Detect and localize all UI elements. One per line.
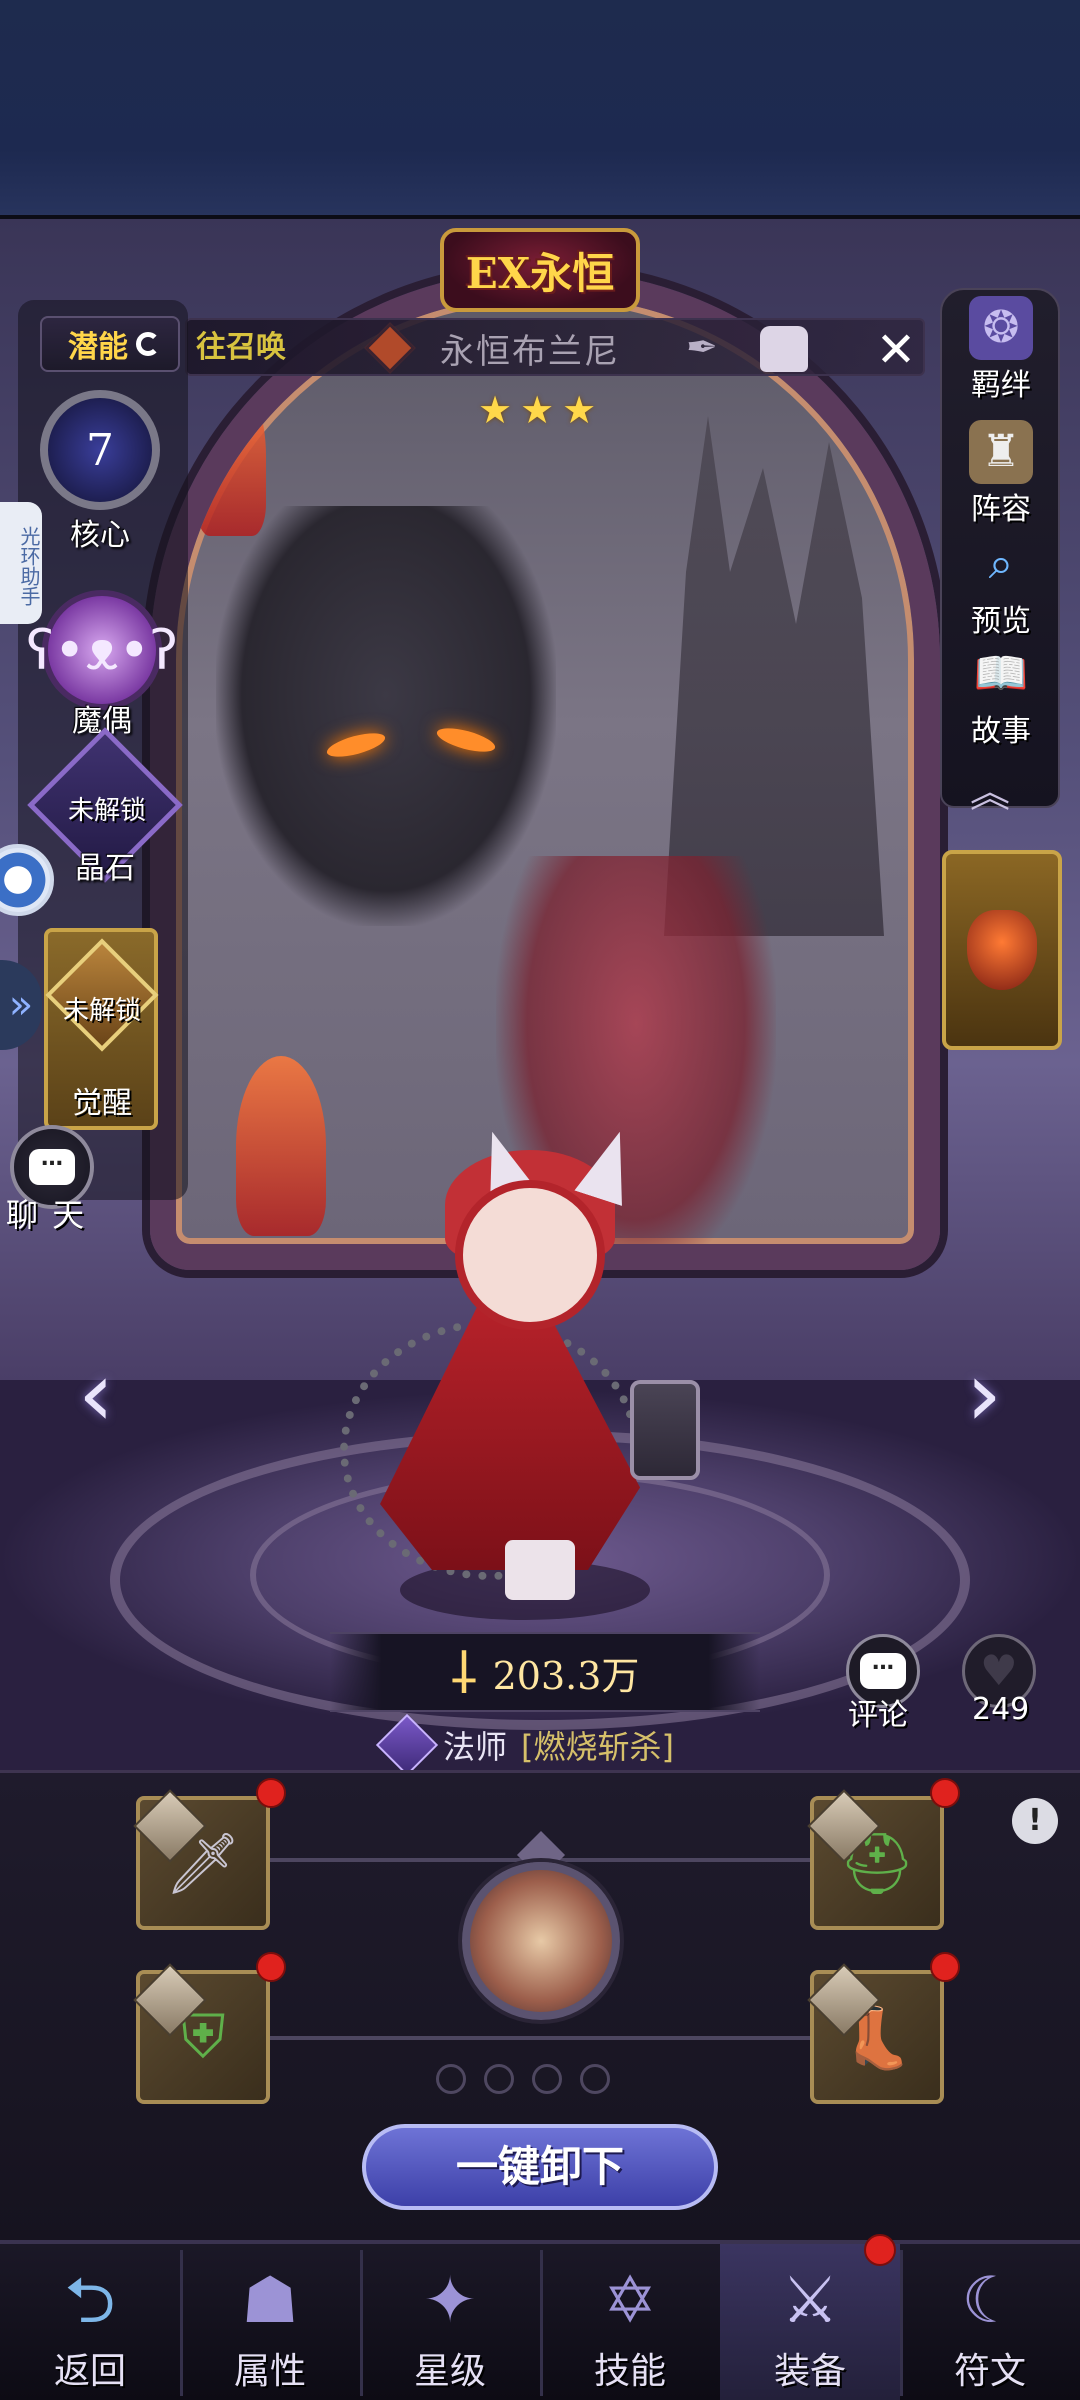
nav-tab-back[interactable]: ⮌ 返回 (0, 2244, 180, 2400)
close-icon[interactable]: ✕ (868, 322, 924, 378)
chess-icon: ♜ (969, 420, 1033, 484)
class-row[interactable]: 法师 [燃烧斩杀] (375, 1713, 674, 1777)
preview-button[interactable]: ⌕ 预览 (946, 532, 1056, 640)
magnifier-icon: ⌕ (988, 538, 1014, 589)
core-level: 7 (86, 424, 114, 476)
book-icon: ❂ (969, 296, 1033, 360)
awaken-label: 觉醒 (72, 1086, 132, 1121)
story-button[interactable]: 📖 故事 (946, 642, 1056, 750)
hero-name: 永恒布兰尼 (440, 332, 620, 372)
back-icon: ⮌ (64, 2264, 116, 2338)
next-hero-arrow[interactable]: › (944, 1340, 1024, 1450)
recall-link[interactable]: 往召唤 (196, 322, 286, 366)
potential-ring-icon (136, 332, 160, 356)
hero-avatar[interactable] (462, 1862, 620, 2020)
rarity-badge: EX永恒 (440, 228, 640, 312)
equipment-alert-dot (864, 2234, 896, 2266)
page-dot[interactable] (532, 2064, 562, 2094)
nav-label: 装备 (773, 2351, 846, 2392)
star-icon: ★ (478, 388, 513, 432)
page-dot[interactable] (580, 2064, 610, 2094)
alert-dot (256, 1778, 286, 1808)
alert-dot (930, 1952, 960, 1982)
flame-art (236, 1056, 326, 1236)
chat-bubble-icon: … (29, 1148, 75, 1185)
hero-stars: ★ ★ ★ (478, 388, 596, 432)
unequip-all-button[interactable]: 一键卸下 (362, 2124, 718, 2210)
rarity-badge-text: EX永恒 (465, 248, 615, 298)
crystal-lock-text: 未解锁 (67, 796, 146, 826)
hooded-figure-icon: ☗ (241, 2264, 299, 2338)
nav-tab-equipment[interactable]: ⚔ 装备 (720, 2244, 900, 2400)
night-sky (0, 0, 1080, 230)
puppet-button[interactable]: ʕ•ᴥ•ʔ (26, 590, 178, 710)
nav-tab-runes[interactable]: ☾ 符文 (900, 2244, 1080, 2400)
hero-legs (505, 1540, 575, 1600)
potential-tab[interactable]: 潜能 (40, 316, 180, 372)
awaken-lock-text: 未解锁 (62, 996, 141, 1026)
hero-lantern (630, 1380, 700, 1480)
chat-label: 聊 天 (6, 1196, 87, 1234)
rune-icon: ☾ (961, 2264, 1019, 2338)
mask-icon (967, 910, 1037, 990)
star-emblem-icon: ✦ (423, 2264, 477, 2338)
class-name: 法师 (443, 1728, 508, 1766)
page-dot[interactable] (484, 2064, 514, 2094)
bonds-button[interactable]: ❂ 羁绊 (946, 296, 1056, 404)
power-value: 203.3万 (492, 1653, 640, 1698)
flame-art (196, 376, 266, 536)
crossed-swords-icon: ⚔ (781, 2264, 839, 2338)
potential-label: 潜能 (68, 330, 128, 365)
nav-label: 技能 (593, 2351, 666, 2392)
skill-name: [燃烧斩杀] (521, 1728, 674, 1766)
bear-icon: ʕ•ᴥ•ʔ (26, 618, 178, 682)
star-icon: ★ (520, 388, 555, 432)
nav-tab-attributes[interactable]: ☗ 属性 (180, 2244, 360, 2400)
info-icon[interactable]: ! (1012, 1798, 1058, 1844)
connector-line (270, 2036, 810, 2040)
crystal-label: 晶石 (75, 851, 135, 886)
alert-dot (256, 1952, 286, 1982)
rename-feather-icon[interactable]: ✒ (686, 325, 718, 369)
hero-face[interactable] (455, 1180, 605, 1330)
prev-hero-arrow[interactable]: ‹ (56, 1340, 136, 1450)
helper-overlay-tab[interactable]: 光环助手 (0, 502, 42, 624)
page-dot[interactable] (436, 2064, 466, 2094)
preview-label: 预览 (971, 604, 1031, 639)
nav-label: 符文 (953, 2351, 1026, 2392)
bonds-label: 羁绊 (971, 368, 1031, 403)
story-label: 故事 (971, 714, 1031, 749)
spellbook-icon: ✡ (603, 2264, 657, 2338)
like-count: 249 (972, 1692, 1030, 1727)
open-book-icon: 📖 (973, 648, 1029, 699)
core-button[interactable]: 7 (40, 390, 160, 510)
comment-label: 评论 (848, 1698, 908, 1733)
nav-label: 星级 (413, 2351, 486, 2392)
lock-icon[interactable] (760, 326, 808, 372)
power-sword-icon: † (450, 1642, 477, 1702)
lineup-label: 阵容 (971, 492, 1031, 527)
core-label: 核心 (70, 518, 130, 553)
nav-tab-skills[interactable]: ✡ 技能 (540, 2244, 720, 2400)
nav-label: 属性 (233, 2351, 306, 2392)
power-plate: † 203.3万 (330, 1632, 760, 1712)
nav-label: 返回 (53, 2351, 126, 2392)
nav-tab-star-level[interactable]: ✦ 星级 (360, 2244, 540, 2400)
collapse-arrow-icon[interactable]: ︽ (970, 760, 1010, 818)
alert-dot (930, 1778, 960, 1808)
set-page-dots (436, 2064, 610, 2094)
mage-class-icon (375, 1713, 439, 1777)
star-icon: ★ (562, 388, 597, 432)
lineup-button[interactable]: ♜ 阵容 (946, 420, 1056, 528)
comment-bubble-icon: … (860, 1652, 906, 1689)
skin-card-button[interactable] (942, 850, 1062, 1050)
